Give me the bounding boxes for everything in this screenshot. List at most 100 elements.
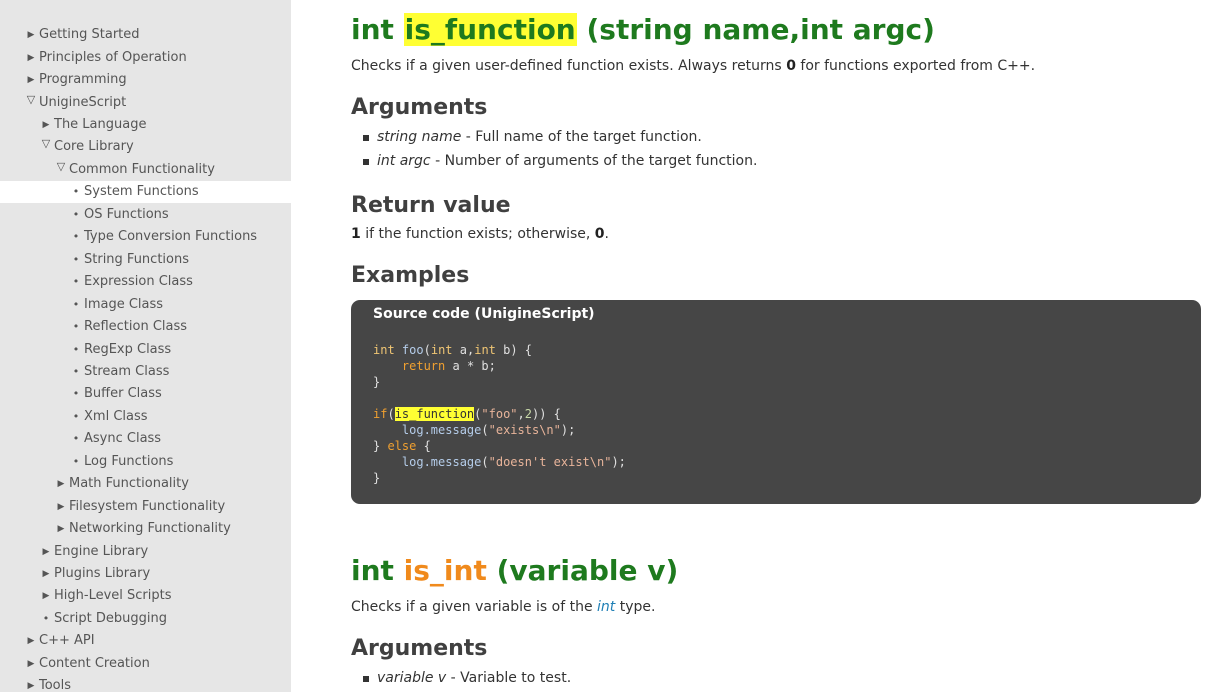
source-code-block[interactable]: Source code (UnigineScript) int foo(int …	[351, 300, 1201, 504]
bullet-icon: •	[72, 365, 80, 378]
argument-desc: - Variable to test.	[446, 670, 572, 686]
sidebar-item-image-class[interactable]: • Image Class	[0, 294, 291, 316]
code-listing[interactable]: int foo(int a,int b) { return a * b; } i…	[373, 342, 626, 486]
sidebar-item-regexp-class[interactable]: • RegExp Class	[0, 339, 291, 361]
sidebar-item-system-functions[interactable]: • System Functions	[0, 181, 291, 203]
int-type-link[interactable]: int	[597, 599, 615, 615]
bullet-icon: •	[72, 343, 80, 356]
sidebar-item-async-class[interactable]: • Async Class	[0, 428, 291, 450]
sidebar-item-networking-functionality[interactable]: ▶ Networking Functionality	[0, 518, 291, 540]
sidebar-item-content-creation[interactable]: ▶ Content Creation	[0, 653, 291, 675]
sidebar-item-label: Content Creation	[39, 656, 150, 671]
sidebar-item-uniginescript[interactable]: ▽ UnigineScript	[0, 92, 291, 114]
sidebar-item-label: Getting Started	[39, 27, 140, 42]
bullet-icon: •	[72, 387, 80, 400]
bullet-icon: •	[72, 230, 80, 243]
desc-text: type.	[615, 599, 656, 615]
return-text: .	[604, 226, 609, 242]
sidebar-item-label: System Functions	[84, 184, 199, 199]
bullet-icon: •	[72, 410, 80, 423]
sidebar-item-stream-class[interactable]: • Stream Class	[0, 361, 291, 383]
desc-text: Checks if a given variable is of the	[351, 599, 598, 615]
bullet-square-icon	[363, 676, 369, 682]
bullet-icon: •	[72, 320, 80, 333]
sidebar-item-label: Async Class	[84, 431, 162, 446]
sidebar-item-label: Reflection Class	[84, 319, 188, 334]
argument-name: variable v	[377, 670, 447, 686]
sidebar-item-label: Engine Library	[54, 544, 149, 559]
expand-arrow-icon: ▶	[57, 502, 65, 512]
expand-arrow-icon: ▶	[27, 659, 35, 669]
collapse-arrow-icon: ▽	[56, 160, 66, 173]
sidebar-item-programming[interactable]: ▶ Programming	[0, 69, 291, 91]
sidebar-item-label: The Language	[54, 117, 147, 132]
sidebar-item-label: Tools	[39, 678, 72, 692]
return-type: int	[351, 13, 394, 46]
sidebar-item-common-functionality[interactable]: ▽ Common Functionality	[0, 159, 291, 181]
argument-name: int argc	[377, 153, 431, 169]
sidebar-item-label: C++ API	[39, 633, 95, 648]
desc-bold-value: 0	[786, 58, 796, 74]
sidebar-item-string-functions[interactable]: • String Functions	[0, 249, 291, 271]
sidebar-item-label: Programming	[39, 72, 127, 87]
expand-arrow-icon: ▶	[42, 591, 50, 601]
bullet-icon: •	[72, 275, 80, 288]
expand-arrow-icon: ▶	[27, 75, 35, 85]
sidebar-item-reflection-class[interactable]: • Reflection Class	[0, 316, 291, 338]
sidebar-item-label: Expression Class	[84, 274, 193, 289]
return-bold-value: 1	[351, 226, 361, 242]
sidebar-item-label: Log Functions	[84, 454, 174, 469]
return-bold-value: 0	[594, 226, 605, 242]
sidebar-item-log-functions[interactable]: • Log Functions	[0, 451, 291, 473]
code-block-title: Source code (UnigineScript)	[373, 306, 595, 322]
expand-arrow-icon: ▶	[27, 53, 35, 63]
sidebar-item-label: Core Library	[54, 139, 134, 154]
function-name: is_function	[403, 13, 577, 46]
sidebar-item-principles[interactable]: ▶ Principles of Operation	[0, 47, 291, 69]
bullet-icon: •	[72, 208, 80, 221]
bullet-icon: •	[72, 185, 80, 198]
sidebar-item-type-conversion[interactable]: • Type Conversion Functions	[0, 226, 291, 248]
sidebar-item-os-functions[interactable]: • OS Functions	[0, 204, 291, 226]
sidebar-item-math-functionality[interactable]: ▶ Math Functionality	[0, 473, 291, 495]
expand-arrow-icon: ▶	[42, 569, 50, 579]
sidebar-item-label: High-Level Scripts	[54, 588, 172, 603]
sidebar-item-label: Image Class	[84, 297, 164, 312]
bullet-square-icon	[363, 159, 369, 165]
sidebar-item-tools[interactable]: ▶ Tools	[0, 675, 291, 692]
sidebar-item-xml-class[interactable]: • Xml Class	[0, 406, 291, 428]
function-title-is-int: int is_int (variable v)	[351, 553, 678, 589]
argument-desc: - Full name of the target function.	[461, 129, 702, 145]
function-description: Checks if a given user-defined function …	[351, 56, 1035, 76]
sidebar-item-label: OS Functions	[84, 207, 169, 222]
desc-text: for functions exported from C++.	[795, 58, 1036, 74]
function-params: (variable v)	[496, 554, 679, 587]
sidebar-item-getting-started[interactable]: ▶ Getting Started	[0, 24, 291, 46]
collapse-arrow-icon: ▽	[26, 93, 36, 106]
sidebar-item-expression-class[interactable]: • Expression Class	[0, 271, 291, 293]
sidebar-item-label: Stream Class	[84, 364, 170, 379]
function-description: Checks if a given variable is of the int…	[351, 597, 656, 617]
expand-arrow-icon: ▶	[27, 30, 35, 40]
sidebar-item-buffer-class[interactable]: • Buffer Class	[0, 383, 291, 405]
return-value-heading: Return value	[351, 193, 511, 218]
sidebar-item-core-library[interactable]: ▽ Core Library	[0, 136, 291, 158]
function-title-is-function: int is_function (string name,int argc)	[351, 12, 935, 48]
return-type: int	[351, 554, 394, 587]
function-name: is_int	[403, 554, 487, 587]
sidebar-item-label: Script Debugging	[54, 611, 167, 626]
sidebar-item-label: Buffer Class	[84, 386, 162, 401]
sidebar-item-label: UnigineScript	[39, 95, 127, 110]
sidebar-item-label: RegExp Class	[84, 342, 172, 357]
sidebar-item-script-debugging[interactable]: • Script Debugging	[0, 608, 291, 630]
bullet-icon: •	[72, 455, 80, 468]
sidebar-item-high-level-scripts[interactable]: ▶ High-Level Scripts	[0, 585, 291, 607]
sidebar-item-engine-library[interactable]: ▶ Engine Library	[0, 541, 291, 563]
arguments-heading: Arguments	[351, 95, 488, 120]
sidebar-item-plugins-library[interactable]: ▶ Plugins Library	[0, 563, 291, 585]
sidebar-item-filesystem-functionality[interactable]: ▶ Filesystem Functionality	[0, 496, 291, 518]
bullet-icon: •	[72, 432, 80, 445]
sidebar-item-cpp-api[interactable]: ▶ C++ API	[0, 630, 291, 652]
examples-heading: Examples	[351, 263, 470, 288]
bullet-icon: •	[42, 612, 50, 625]
